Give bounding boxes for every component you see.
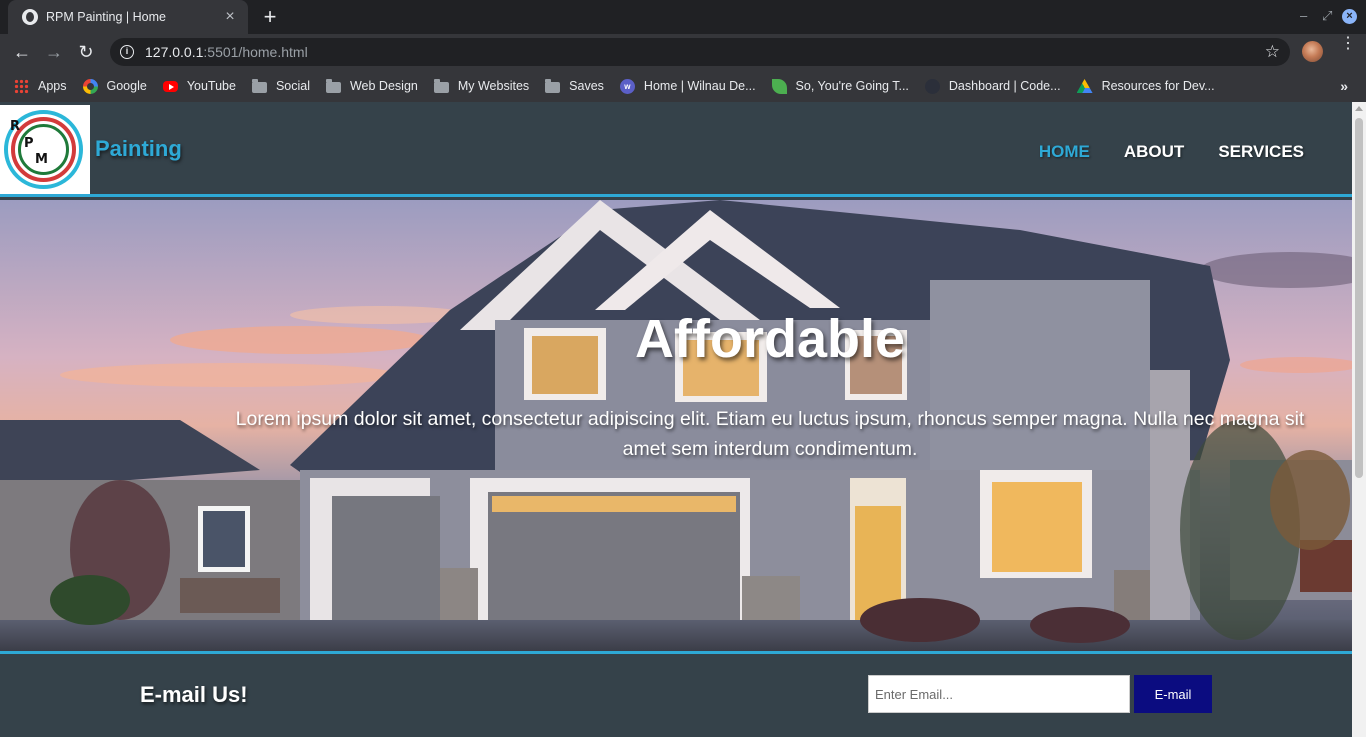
forward-arrow-icon[interactable]: → (42, 41, 66, 63)
email-input[interactable] (868, 675, 1130, 713)
bookmark-so-youre-going[interactable]: So, You're Going T... (771, 78, 909, 94)
url-path: :5501/home.html (203, 44, 308, 60)
scrollbar-thumb[interactable] (1355, 118, 1363, 478)
back-arrow-icon[interactable]: ← (10, 41, 34, 63)
folder-icon (251, 78, 267, 93)
w-site-icon: w (619, 78, 635, 94)
browser-menu-icon[interactable]: ⋮ (1340, 36, 1356, 52)
scroll-up-arrow-icon[interactable] (1355, 106, 1363, 111)
bookmark-folder-saves[interactable]: Saves (545, 78, 604, 93)
browser-toolbar: ← → ↻ i 127.0.0.1:5501/home.html ☆ ⋮ (0, 34, 1366, 70)
bookmarks-overflow-icon[interactable]: » (1340, 78, 1348, 94)
hero-text: Lorem ipsum dolor sit amet, consectetur … (235, 408, 1305, 460)
site-header: R P M Painting Home About Services (0, 102, 1352, 197)
bookmark-folder-my-websites[interactable]: My Websites (433, 78, 530, 93)
nav-services[interactable]: Services (1218, 142, 1304, 162)
bookmark-label: Web Design (349, 79, 418, 93)
window-close-icon[interactable]: × (1342, 9, 1357, 24)
main-nav: Home About Services (1005, 142, 1304, 162)
google-drive-icon (1076, 79, 1093, 93)
hero-banner: Affordable Lorem ipsum dolor sit amet, c… (0, 200, 1352, 651)
email-submit-button[interactable]: E-mail (1134, 675, 1212, 713)
profile-avatar[interactable] (1302, 41, 1323, 62)
rpm-logo[interactable]: R P M (0, 105, 90, 194)
youtube-icon (162, 80, 178, 92)
logo-letter-r: R (10, 119, 21, 134)
google-icon (82, 78, 98, 94)
bookmark-label: YouTube (186, 79, 236, 93)
bookmark-google[interactable]: Google (82, 78, 147, 94)
bookmark-apps[interactable]: Apps (14, 78, 67, 94)
apps-grid-icon (14, 78, 29, 94)
brand-name[interactable]: Painting (95, 136, 182, 162)
bookmark-label: Dashboard | Code... (948, 79, 1061, 93)
folder-icon (325, 78, 341, 93)
bookmark-wilnau[interactable]: w Home | Wilnau De... (619, 78, 756, 94)
reload-icon[interactable]: ↻ (74, 41, 98, 63)
logo-ring-inner (11, 117, 76, 182)
logo-letter-m: M (35, 152, 48, 167)
minimize-icon[interactable]: – (1300, 8, 1307, 23)
newsletter-section: E-mail Us! E-mail (0, 651, 1352, 737)
nav-home[interactable]: Home (1039, 142, 1090, 162)
code-site-icon (924, 78, 940, 94)
tab-title: RPM Painting | Home (46, 10, 166, 24)
bookmark-label: Home | Wilnau De... (643, 79, 756, 93)
browser-tab-strip: RPM Painting | Home × + – ⤢ × (0, 0, 1366, 34)
url-host: 127.0.0.1 (145, 44, 204, 60)
bookmark-folder-social[interactable]: Social (251, 78, 310, 93)
bookmark-dashboard[interactable]: Dashboard | Code... (924, 78, 1061, 94)
logo-letter-p: P (24, 136, 34, 151)
leaf-icon (771, 78, 787, 94)
page-scrollbar[interactable] (1352, 102, 1366, 737)
page-viewport: R P M Painting Home About Services (0, 102, 1366, 737)
hero-title: Affordable (635, 309, 905, 369)
bookmark-label: My Websites (457, 79, 530, 93)
bookmark-label: Social (275, 79, 310, 93)
site-info-icon[interactable]: i (120, 45, 134, 59)
browser-tab[interactable]: RPM Painting | Home × (8, 0, 248, 34)
bookmark-resources[interactable]: Resources for Dev... (1076, 79, 1215, 93)
bookmark-star-icon[interactable]: ☆ (1265, 42, 1280, 62)
tab-close-icon[interactable]: × (222, 9, 238, 25)
new-tab-button[interactable]: + (258, 6, 282, 28)
bookmark-label: Google (106, 79, 147, 93)
folder-icon (545, 78, 561, 93)
address-bar[interactable]: i 127.0.0.1:5501/home.html ☆ (110, 38, 1290, 66)
bookmarks-bar: Apps Google YouTube Social Web Design My… (0, 70, 1366, 102)
newsletter-title: E-mail Us! (140, 682, 248, 707)
nav-about[interactable]: About (1124, 142, 1184, 162)
bookmark-folder-web-design[interactable]: Web Design (325, 78, 418, 93)
globe-icon (22, 9, 38, 25)
bookmark-label: Apps (38, 79, 67, 93)
folder-icon (433, 78, 449, 93)
bookmark-label: Saves (569, 79, 604, 93)
restore-icon[interactable]: ⤢ (1322, 8, 1332, 24)
bookmark-youtube[interactable]: YouTube (162, 79, 236, 93)
bookmark-label: So, You're Going T... (795, 79, 909, 93)
bookmark-label: Resources for Dev... (1101, 79, 1215, 93)
website: R P M Painting Home About Services (0, 102, 1352, 737)
